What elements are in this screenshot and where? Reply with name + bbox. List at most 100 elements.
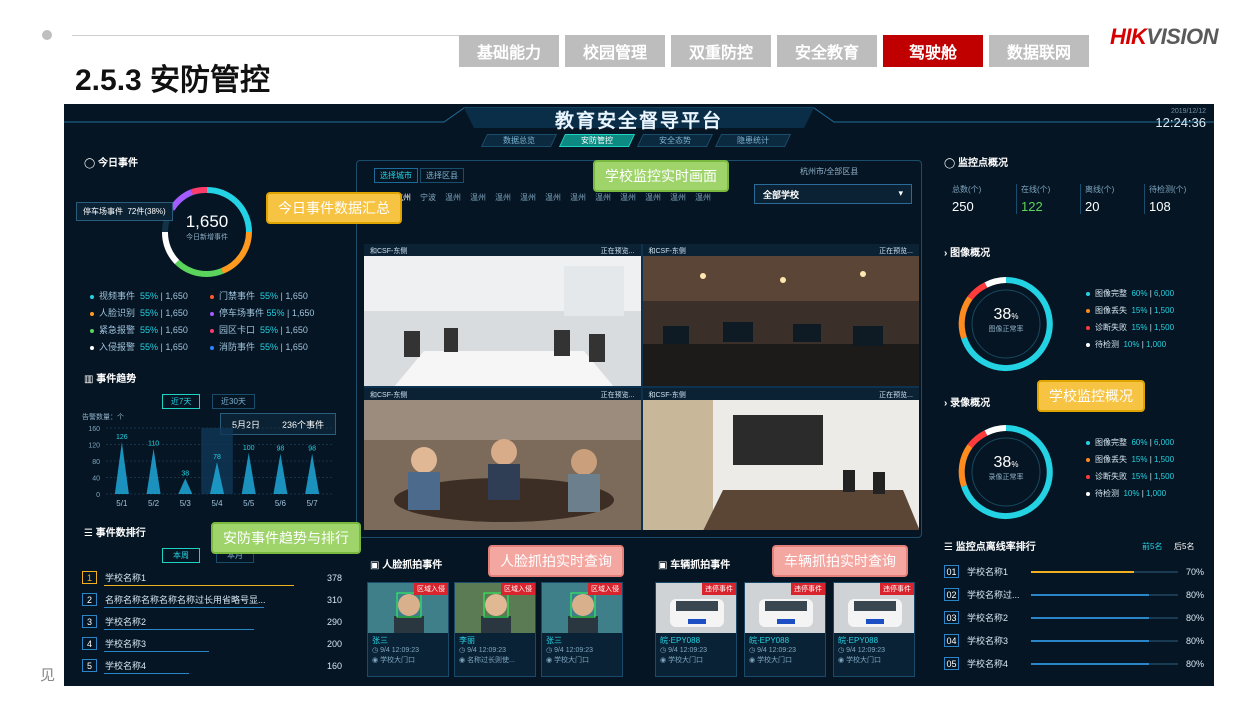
select-area[interactable]: 选择区县 [420,168,464,183]
trend-bar[interactable] [178,478,193,494]
offline-row[interactable]: 01 学校名称1 70% [944,565,1204,578]
city-item[interactable]: 温州 [495,192,511,203]
offline-bar [1030,662,1178,665]
offline-bottom5-tab[interactable]: 后5名 [1174,541,1194,552]
ranking-row[interactable]: 1 学校名称1 378 [82,571,342,586]
tab-campus[interactable]: 校园管理 [565,35,665,67]
trend-bar[interactable] [305,453,320,494]
office-image [642,256,919,386]
data-label: 110 [148,441,159,448]
city-item[interactable]: 宁波 [420,192,436,203]
car-card[interactable]: 违停事件 皖·EPY088 ◷ 9/4 12:09:23 ◉ 学校大门口 [744,582,826,677]
y-tick-label: 40 [92,476,100,483]
monitor-heading: ◯ 监控点概况 [944,158,1008,169]
trend-bar[interactable] [146,448,161,494]
car-card[interactable]: 违停事件 皖·EPY088 ◷ 9/4 12:09:23 ◉ 学校大门口 [655,582,737,677]
tab-safety-edu[interactable]: 安全教育 [777,35,877,67]
car-capture-heading: ▣ 车辆抓拍事件 [658,560,731,571]
data-label: 78 [213,454,221,461]
city-item[interactable]: 温州 [520,192,536,203]
ranking-row[interactable]: 2 名称名称名称名称名称过长用省略号显... 310 [82,593,342,608]
city-item[interactable]: 温州 [620,192,636,203]
trend-ylabel: 告警数量：个 [82,414,124,421]
data-label: 38 [181,470,189,477]
image-overview-heading: › 图像概况 [944,248,991,259]
city-item[interactable]: 温州 [470,192,486,203]
offline-top5-tab[interactable]: 前5名 [1142,541,1162,552]
city-item[interactable]: 温州 [695,192,711,203]
y-tick-label: 120 [88,443,100,450]
ranking-row[interactable]: 5 学校名称4 160 [82,659,342,674]
clock-time: 12:24:36 [1155,115,1206,130]
camera-feed[interactable]: 和CSF-东侧 正在预览... [642,244,919,386]
camera-feed[interactable]: 和CSF-东侧 正在预览... [642,388,919,530]
data-label: 126 [116,434,128,441]
offline-bar-fill [1030,593,1149,596]
trend-7day-button[interactable]: 近7天 [162,394,201,409]
today-tooltip: 停车场事件 72件(38%) [76,202,173,221]
ranking-row[interactable]: 4 学校名称3 200 [82,637,342,652]
hikvision-logo: HIKVISION [1110,24,1218,49]
trend-30day-button[interactable]: 近30天 [212,394,255,409]
meeting-room-image [364,256,641,386]
school-select[interactable]: 全部学校 ▾ [754,184,912,204]
city-item[interactable]: 温州 [670,192,686,203]
stat-pending: 待检测(个) 108 [1144,184,1204,214]
record-rate: 38% 录像正常率 [988,454,1024,481]
chevron-down-icon: ▾ [898,188,903,198]
stat-online: 在线(个) 122 [1016,184,1072,214]
car-card[interactable]: 违停事件 皖·EPY088 ◷ 9/4 12:09:23 ◉ 学校大门口 [833,582,915,677]
offline-bar [1030,616,1178,619]
stat-offline: 离线(个) 20 [1080,184,1136,214]
clock: 2019/12/12 12:24:36 [1155,108,1206,130]
offline-row[interactable]: 05 学校名称4 80% [944,657,1204,670]
offline-bar-fill [1030,662,1149,665]
offline-row[interactable]: 02 学校名称过... 80% [944,588,1204,601]
face-card[interactable]: 区域入侵 李丽 ◷ 9/4 12:09:23 ◉ 名称过长则使... [454,582,536,677]
trend-heading: ▥ 事件趋势 [84,374,137,385]
ranking-row[interactable]: 3 学校名称2 290 [82,615,342,630]
callout-monitor-overview: 学校监控概况 [1037,380,1145,412]
tab-cockpit[interactable]: 驾驶舱 [883,35,983,67]
legend-item: 待检测 10% | 1,000 [1086,336,1174,353]
subtab-security[interactable]: 安防管控 [558,134,636,147]
callout-car-query: 车辆抓拍实时查询 [772,545,908,577]
x-tick-label: 5/5 [243,499,255,508]
y-tick-label: 80 [92,459,100,466]
city-item[interactable]: 温州 [595,192,611,203]
trend-bar[interactable] [241,452,256,494]
trend-bar[interactable] [273,453,288,494]
page-title: 2.5.3 安防管控 [75,64,271,97]
select-city[interactable]: 选择城市 [374,168,418,183]
camera-name: 和CSF-东侧 [648,248,686,255]
trend-bar[interactable] [114,442,129,494]
tab-dual-control[interactable]: 双重防控 [671,35,771,67]
city-item[interactable]: 温州 [545,192,561,203]
subtab-hazard[interactable]: 隐患统计 [714,134,792,147]
clock-date: 2019/12/12 [1170,108,1206,115]
legend-item: 图像完整 60% | 6,000 [1086,434,1174,451]
x-tick-label: 5/6 [275,499,287,508]
camera-feed[interactable]: 和CSF-东侧 正在预览... [364,244,641,386]
offline-bar [1030,639,1178,642]
offline-bar-fill [1030,639,1149,642]
city-item[interactable]: 温州 [445,192,461,203]
camera-feed[interactable]: 和CSF-东侧 正在预览... [364,388,641,530]
subtab-situation[interactable]: 安全态势 [636,134,714,147]
legend-item: 待检测 10% | 1,000 [1086,485,1174,502]
face-card[interactable]: 区域入侵 张三 ◷ 9/4 12:09:23 ◉ 学校大门口 [541,582,623,677]
offline-row[interactable]: 04 学校名称3 80% [944,634,1204,647]
tab-data-network[interactable]: 数据联网 [989,35,1089,67]
tab-basic[interactable]: 基础能力 [459,35,559,67]
city-item[interactable]: 温州 [645,192,661,203]
dashboard-title: 教育安全督导平台 [554,111,723,132]
ranking-week-tab[interactable]: 本周 [162,548,200,563]
offline-row[interactable]: 03 学校名称2 80% [944,611,1204,624]
record-overview-heading: › 录像概况 [944,398,991,409]
subtab-overview[interactable]: 数据总览 [480,134,558,147]
face-card[interactable]: 区域入侵 张三 ◷ 9/4 12:09:23 ◉ 学校大门口 [367,582,449,677]
event-item: 门禁事件 55% | 1,650 [210,288,330,305]
x-tick-label: 5/4 [211,499,223,508]
nav-tabs: 基础能力 校园管理 双重防控 安全教育 驾驶舱 数据联网 [459,35,1089,67]
city-item[interactable]: 温州 [570,192,586,203]
